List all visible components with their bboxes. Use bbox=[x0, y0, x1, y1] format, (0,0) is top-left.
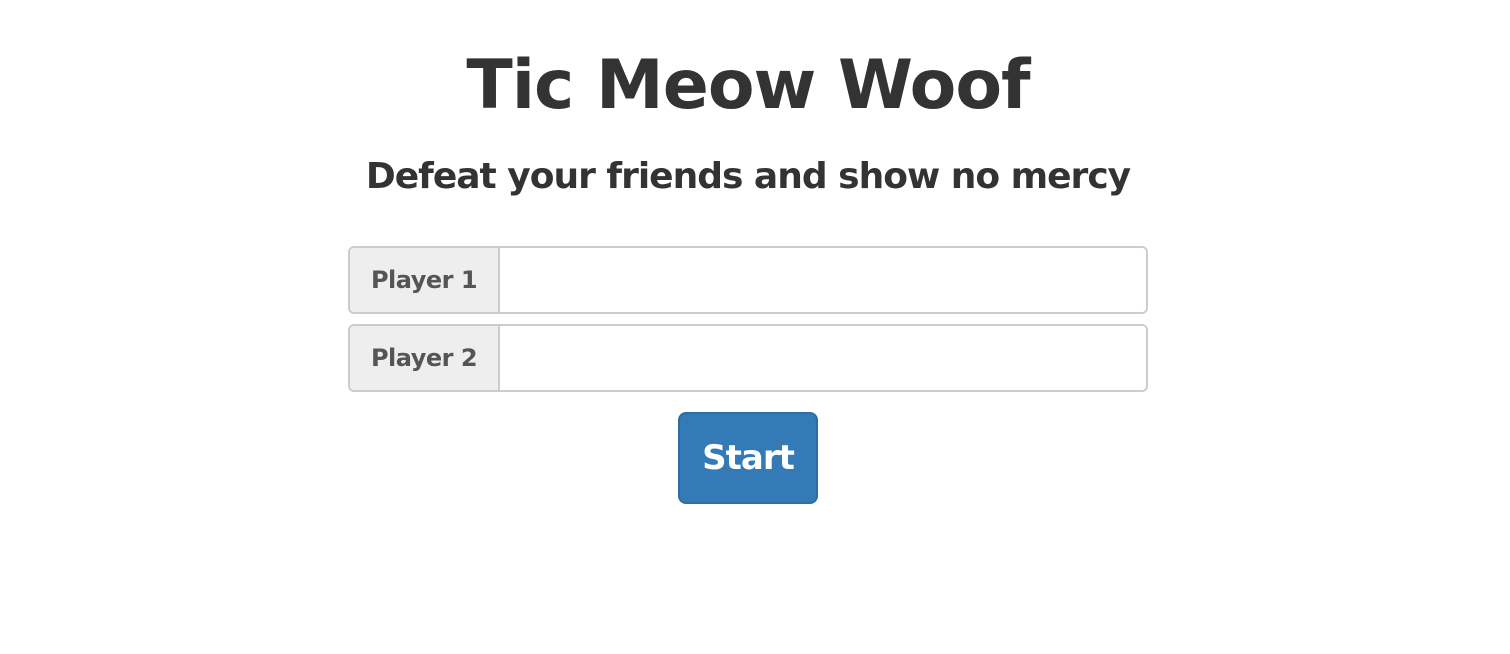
page-title: Tic Meow Woof bbox=[466, 46, 1030, 125]
start-button[interactable]: Start bbox=[678, 412, 818, 504]
page: Tic Meow Woof Defeat your friends and sh… bbox=[0, 0, 1510, 654]
player-1-name-input[interactable] bbox=[500, 248, 1146, 312]
player-2-label: Player 2 bbox=[350, 326, 500, 390]
player-2-name-input[interactable] bbox=[500, 326, 1146, 390]
player-2-input-group: Player 2 bbox=[348, 324, 1148, 392]
player-1-input-group: Player 1 bbox=[348, 246, 1148, 314]
player-1-label: Player 1 bbox=[350, 248, 500, 312]
page-subtitle: Defeat your friends and show no mercy bbox=[365, 156, 1131, 197]
